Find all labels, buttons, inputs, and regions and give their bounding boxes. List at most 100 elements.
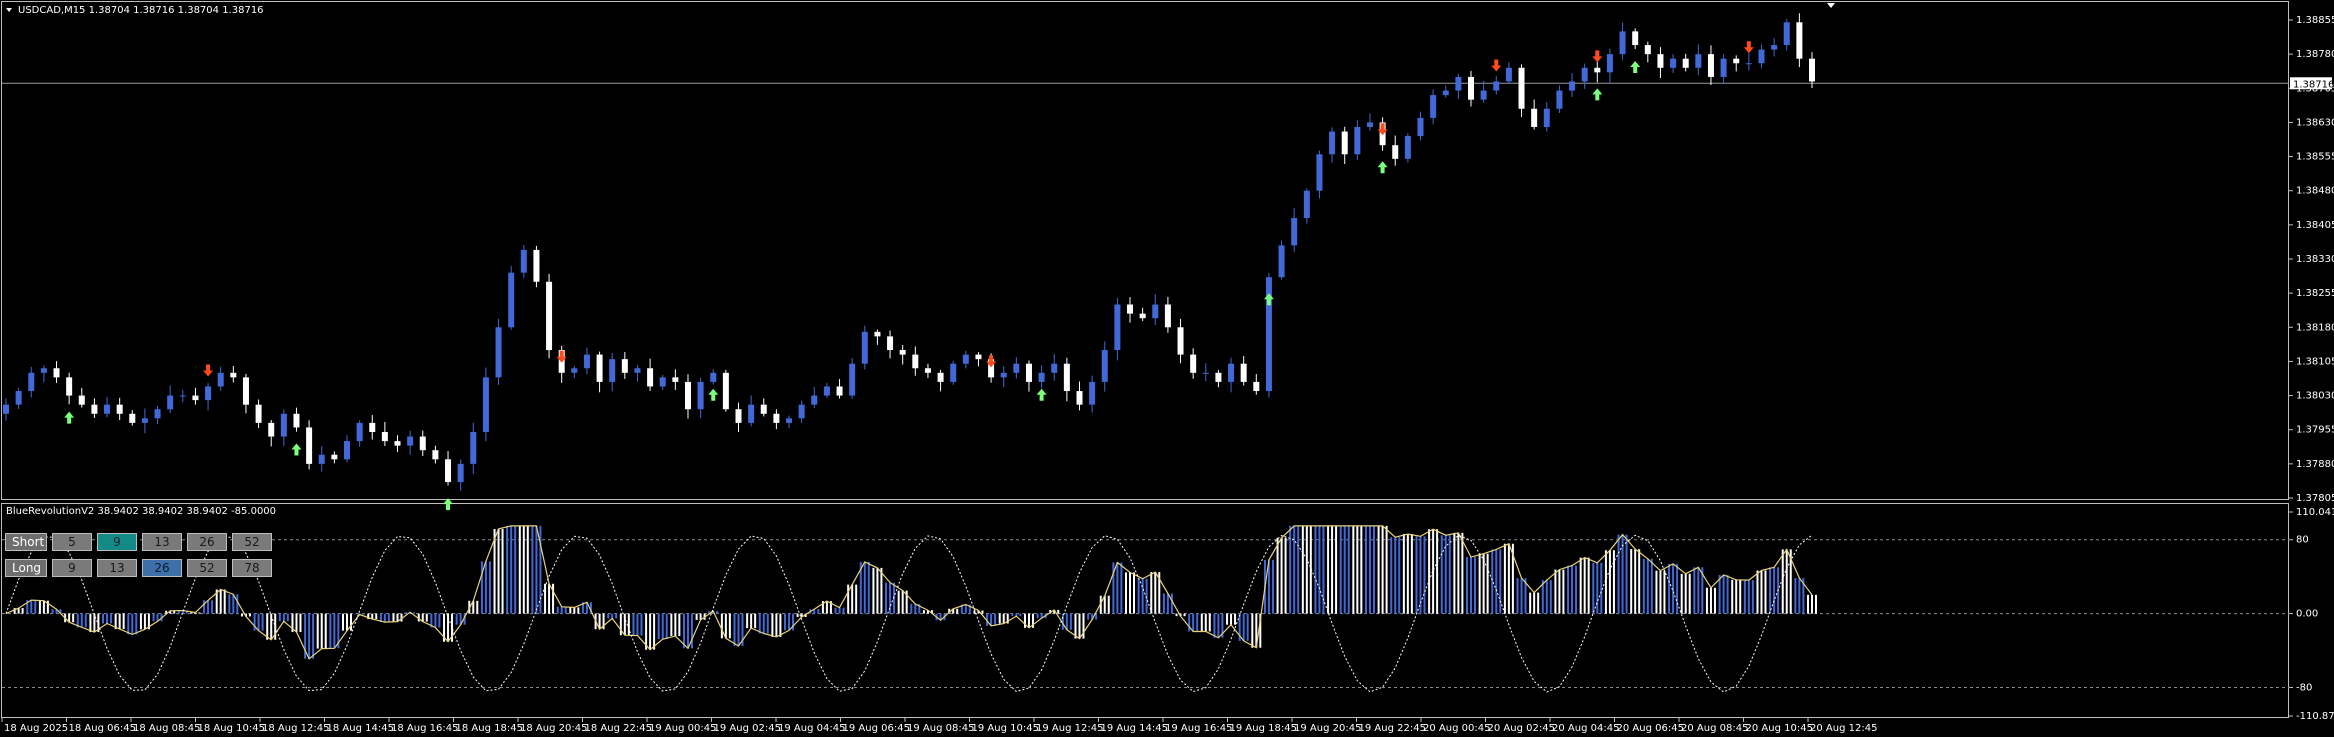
candle-bull — [861, 331, 868, 364]
time-tick-label: 19 Aug 22:45 — [1359, 723, 1426, 734]
time-tick-label: 19 Aug 08:45 — [907, 723, 974, 734]
candle-bull — [659, 377, 666, 387]
candle-bear — [1164, 304, 1171, 328]
time-tick-label: 19 Aug 18:45 — [1230, 723, 1297, 734]
price-tick-label: 1.38480 — [2296, 186, 2334, 197]
indicator-title: BlueRevolutionV2 38.9402 38.9402 38.9402… — [6, 506, 276, 517]
candle-bear — [129, 413, 136, 423]
candle-bull — [104, 404, 111, 414]
candle-bear — [192, 395, 199, 401]
candle-bull — [1329, 131, 1336, 155]
candle-bear — [899, 350, 906, 355]
candle-bear — [1190, 354, 1197, 373]
short-13-button[interactable]: 13 — [142, 533, 182, 551]
time-tick-label: 19 Aug 06:45 — [843, 723, 910, 734]
indicator-panel-frame — [1, 503, 2289, 718]
candle-bull — [1581, 67, 1588, 82]
long-13-button[interactable]: 13 — [97, 559, 137, 577]
candle-bear — [394, 441, 401, 446]
candle-bull — [1745, 63, 1752, 65]
time-tick-label: 20 Aug 04:45 — [1552, 723, 1619, 734]
candle-bear — [242, 377, 249, 405]
candle-bear — [1240, 363, 1247, 382]
candle-bear — [735, 409, 742, 423]
candle-bull — [141, 418, 148, 423]
long-78-button[interactable]: 78 — [232, 559, 272, 577]
time-tick-label: 20 Aug 06:45 — [1617, 723, 1684, 734]
price-panel-frame — [1, 1, 2289, 500]
price-tick-label: 1.38180 — [2296, 322, 2334, 333]
candle-bull — [1303, 190, 1310, 219]
candle-bull — [811, 395, 818, 405]
candle-bull — [1543, 108, 1550, 127]
chart-area[interactable]: USDCAD,M15 1.38704 1.38716 1.38704 1.387… — [0, 0, 2334, 737]
candle-bull — [1619, 31, 1626, 55]
candle-bear — [91, 404, 98, 414]
time-tick-label: 19 Aug 00:45 — [649, 723, 716, 734]
long-9-button[interactable]: 9 — [52, 559, 92, 577]
price-tick-label: 1.38780 — [2296, 49, 2334, 60]
candle-bear — [546, 281, 553, 351]
short-label-button[interactable]: Short — [5, 533, 47, 551]
candle-bull — [205, 386, 212, 401]
candle-bear — [78, 395, 85, 405]
candle-bull — [154, 409, 161, 419]
short-52-button[interactable]: 52 — [232, 533, 272, 551]
candle-bull — [1291, 218, 1298, 246]
candle-bear — [1707, 54, 1714, 77]
time-tick-label: 18 Aug 22:45 — [585, 723, 652, 734]
candle-bull — [3, 404, 9, 414]
sell-signal-arrow-icon — [1592, 50, 1603, 63]
chart-title: USDCAD,M15 1.38704 1.38716 1.38704 1.387… — [18, 5, 264, 16]
sell-signal-arrow-icon — [1377, 123, 1388, 136]
candle-bear — [1682, 58, 1689, 68]
long-52-button[interactable]: 52 — [187, 559, 227, 577]
candle-bull — [962, 354, 969, 364]
candle-bull — [1430, 95, 1437, 118]
candle-bear — [1632, 31, 1639, 46]
candle-bull — [697, 381, 704, 410]
indicator-tick-label: -80 — [2296, 682, 2312, 693]
candle-bull — [167, 395, 174, 410]
candle-bull — [609, 359, 616, 382]
candle-bull — [1152, 304, 1159, 319]
candle-bear — [445, 459, 452, 483]
price-tick-label: 1.38555 — [2296, 152, 2334, 163]
short-5-button[interactable]: 5 — [52, 533, 92, 551]
candle-bull — [1316, 154, 1323, 191]
candle-bear — [887, 336, 894, 351]
time-tick-label: 20 Aug 00:45 — [1423, 723, 1490, 734]
candle-bull — [1038, 372, 1045, 382]
buy-signal-arrow-icon — [64, 411, 75, 424]
buy-signal-arrow-icon — [1377, 161, 1388, 174]
time-tick-label: 18 Aug 14:45 — [327, 723, 394, 734]
candles — [3, 13, 1815, 491]
candle-bear — [293, 413, 300, 428]
price-tick-label: 1.38030 — [2296, 391, 2334, 402]
candle-bull — [179, 395, 186, 397]
price-tick-label: 1.38255 — [2296, 288, 2334, 299]
indicator-tick-label: 0.00 — [2296, 609, 2318, 620]
indicator-tick-label: -110.875 — [2296, 711, 2334, 722]
candle-bull — [1455, 76, 1462, 91]
scroll-marker-icon[interactable] — [1827, 3, 1835, 8]
buy-signal-arrow-icon — [1263, 293, 1274, 306]
candle-bull — [280, 413, 287, 437]
candle-bull — [748, 404, 755, 423]
time-tick-label: 19 Aug 16:45 — [1165, 723, 1232, 734]
candle-bear — [230, 372, 237, 378]
short-26-button[interactable]: 26 — [187, 533, 227, 551]
candle-bear — [1025, 363, 1032, 382]
candle-bull — [1417, 117, 1424, 137]
long-label-button[interactable]: Long — [5, 559, 47, 577]
candle-bull — [1670, 58, 1677, 68]
sell-signal-arrow-icon — [986, 355, 997, 368]
candle-bear — [1657, 54, 1664, 68]
chart-menu-triangle-icon[interactable] — [6, 8, 12, 12]
long-26-button[interactable]: 26 — [142, 559, 182, 577]
sell-signal-arrow-icon — [203, 364, 214, 377]
sell-signal-arrow-icon — [1491, 59, 1502, 72]
candle-bull — [583, 354, 590, 369]
short-9-button[interactable]: 9 — [97, 533, 137, 551]
candle-bull — [1442, 90, 1449, 96]
